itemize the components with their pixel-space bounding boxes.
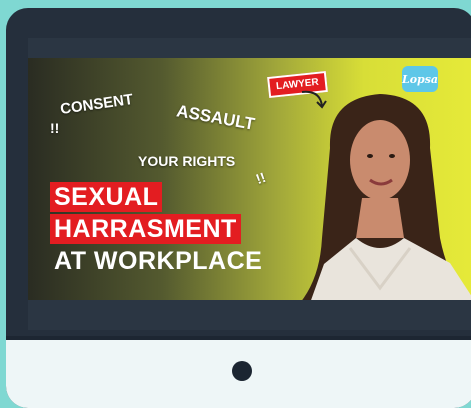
exclaim-text-2: !! <box>253 168 268 188</box>
assault-text: ASSAULT <box>175 101 257 134</box>
power-button-icon[interactable] <box>232 361 252 381</box>
monitor-chin <box>6 336 471 408</box>
screen-bottom-strip <box>28 300 471 330</box>
consent-text: CONSENT <box>59 90 135 119</box>
your-rights-text: YOUR RIGHTS <box>138 153 236 169</box>
presenter-portrait <box>300 94 471 303</box>
video-thumbnail[interactable]: !! CONSENT ASSAULT YOUR RIGHTS !! SEXUAL… <box>28 58 471 303</box>
screen-top-strip <box>28 38 471 60</box>
headline-line-1: SEXUAL <box>50 182 163 212</box>
headline-line-2: HARRASMENT <box>50 214 241 244</box>
exclaim-text-1: !! <box>50 120 60 136</box>
monitor-frame: !! CONSENT ASSAULT YOUR RIGHTS !! SEXUAL… <box>6 8 471 408</box>
headline-line-3: AT WORKPLACE <box>54 247 263 275</box>
